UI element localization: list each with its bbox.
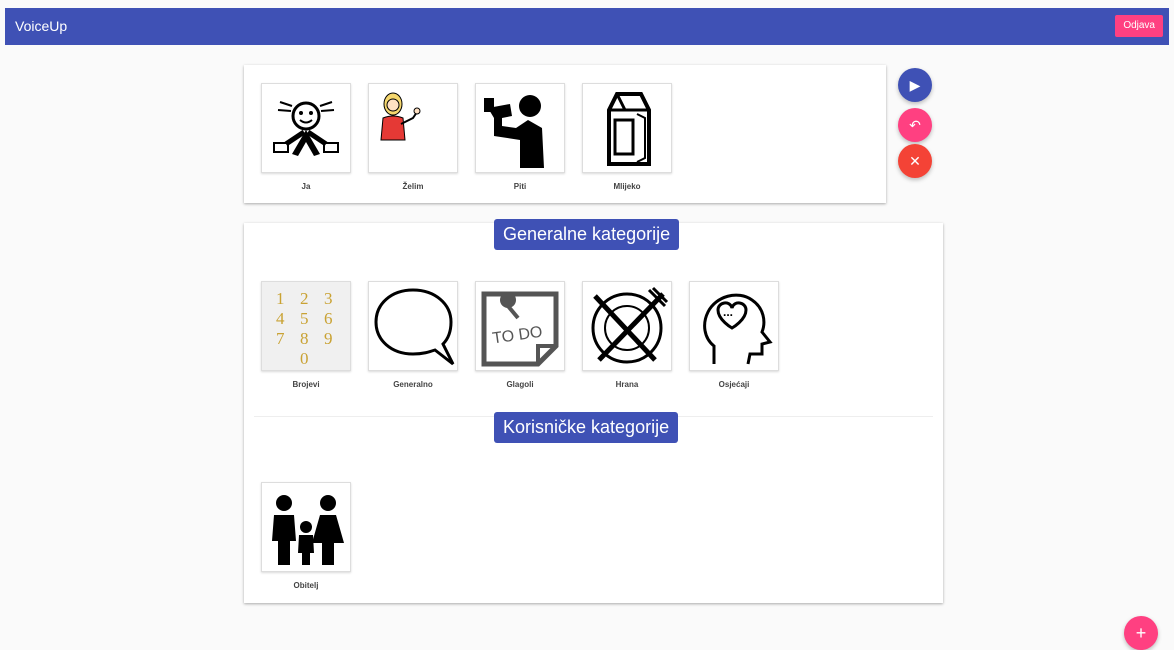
sentence-item-label: Mlijeko: [613, 182, 641, 191]
plus-icon: +: [1135, 622, 1147, 643]
sentence-item-label: Piti: [513, 182, 527, 191]
svg-text:0: 0: [300, 349, 309, 368]
svg-text:TO DO: TO DO: [491, 324, 543, 348]
category-tile[interactable]: Obitelj: [261, 482, 351, 590]
category-label: Hrana: [615, 380, 639, 389]
category-tile[interactable]: 1 2 3 4 5 6 7 8 9 0 Brojevi: [261, 281, 351, 389]
head-heart-icon: ...: [689, 281, 779, 371]
svg-text:3: 3: [324, 289, 333, 308]
todo-note-icon: TO DO: [475, 281, 565, 371]
sentence-item[interactable]: Mlijeko: [582, 83, 672, 191]
svg-text:...: ...: [723, 305, 733, 319]
play-icon: ▶: [909, 76, 921, 93]
sentence-item-label: Želim: [402, 182, 424, 191]
sentence-strip: Ja Želim Piti Mlijeko: [244, 65, 886, 203]
speech-bubble-icon: [368, 281, 458, 371]
category-label: Glagoli: [506, 380, 534, 389]
undo-icon: ↶: [909, 116, 921, 133]
svg-text:1: 1: [276, 289, 285, 308]
category-label: Generalno: [393, 380, 433, 389]
app-header: VoiceUp Odjava: [5, 8, 1169, 45]
numbers-icon: 1 2 3 4 5 6 7 8 9 0: [261, 281, 351, 371]
close-icon: ✕: [909, 152, 921, 169]
plate-cutlery-icon: [582, 281, 672, 371]
woman-wanting-icon: [368, 83, 458, 173]
category-tile[interactable]: ... Osjećaji: [689, 281, 779, 389]
svg-text:7: 7: [276, 329, 285, 348]
clear-button[interactable]: ✕: [898, 144, 932, 178]
sentence-item[interactable]: Piti: [475, 83, 565, 191]
category-label: Osjećaji: [718, 380, 750, 389]
play-button[interactable]: ▶: [898, 68, 932, 102]
category-label: Brojevi: [292, 380, 320, 389]
user-categories-title: Korisničke kategorije: [494, 412, 679, 443]
category-tile[interactable]: TO DO Glagoli: [475, 281, 565, 389]
svg-text:9: 9: [324, 329, 333, 348]
svg-text:4: 4: [276, 309, 285, 328]
sentence-item[interactable]: Želim: [368, 83, 458, 191]
svg-text:5: 5: [300, 309, 309, 328]
svg-text:2: 2: [300, 289, 309, 308]
app-title: VoiceUp: [15, 18, 68, 34]
undo-button[interactable]: ↶: [898, 108, 932, 142]
milk-carton-icon: [582, 83, 672, 173]
family-icon: [261, 482, 351, 572]
categories-panel: Generalne kategorije 1 2 3 4 5 6 7 8 9 0…: [244, 219, 943, 603]
svg-text:6: 6: [324, 309, 333, 328]
category-label: Obitelj: [293, 581, 319, 590]
drinking-person-icon: [475, 83, 565, 173]
general-categories-title: Generalne kategorije: [494, 219, 680, 250]
svg-text:8: 8: [300, 329, 309, 348]
sentence-item-label: Ja: [301, 182, 311, 191]
self-person-icon: [261, 83, 351, 173]
category-tile[interactable]: Generalno: [368, 281, 458, 389]
category-tile[interactable]: Hrana: [582, 281, 672, 389]
sentence-item[interactable]: Ja: [261, 83, 351, 191]
logout-button[interactable]: Odjava: [1115, 15, 1163, 37]
